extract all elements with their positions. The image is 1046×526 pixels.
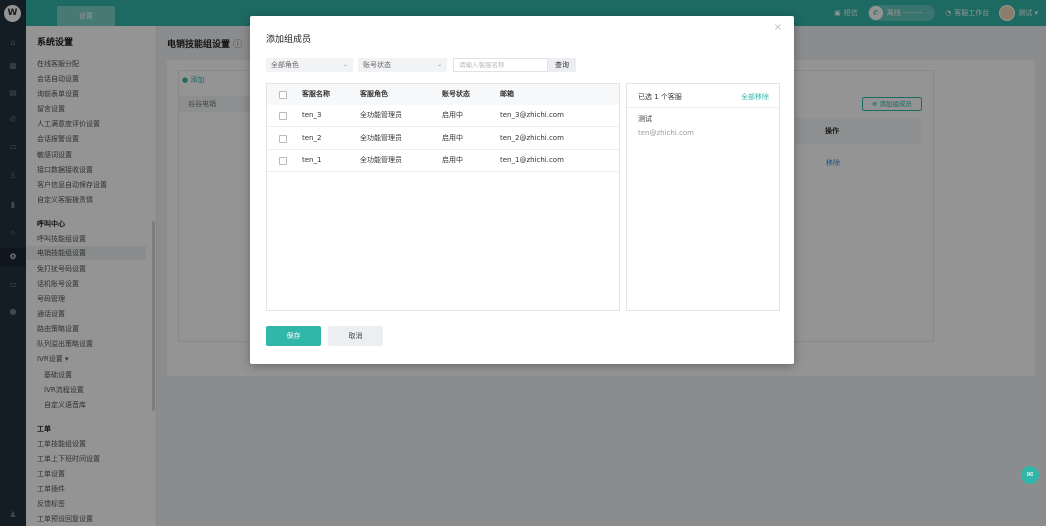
selected-count: 已选 1 个客服	[638, 93, 682, 101]
cell-status: 启用中	[442, 156, 463, 164]
chevron-down-icon: ⌄	[342, 61, 348, 68]
table-row[interactable]: ten_1 全功能管理员 启用中 ten_1@zhichi.com	[267, 150, 619, 172]
table-row[interactable]: ten_3 全功能管理员 启用中 ten_3@zhichi.com	[267, 105, 619, 127]
select-all-checkbox[interactable]	[279, 91, 287, 99]
col-header-name: 客服名称	[302, 90, 330, 98]
selected-agent-name: 测试	[638, 115, 652, 123]
cell-name: ten_3	[302, 111, 322, 119]
row-checkbox[interactable]	[279, 112, 287, 120]
cell-email: ten_2@zhichi.com	[500, 134, 564, 142]
agent-name-search-input[interactable]	[453, 58, 548, 72]
cell-status: 启用中	[442, 111, 463, 119]
query-button[interactable]: 查询	[548, 58, 576, 72]
row-checkbox[interactable]	[279, 157, 287, 165]
table-row[interactable]: ten_2 全功能管理员 启用中 ten_2@zhichi.com	[267, 128, 619, 150]
cell-email: ten_3@zhichi.com	[500, 111, 564, 119]
cell-email: ten_1@zhichi.com	[500, 156, 564, 164]
chevron-down-icon: ⌄	[436, 61, 442, 68]
chat-bubble-icon[interactable]: ✉	[1021, 466, 1039, 484]
selected-agent-email: ten@zhichi.com	[638, 129, 694, 137]
row-checkbox[interactable]	[279, 135, 287, 143]
col-header-status: 账号状态	[442, 90, 470, 98]
status-select-value: 账号状态	[363, 61, 391, 69]
selected-panel-header: 已选 1 个客服 全部移除	[627, 84, 779, 108]
add-member-dialog: 添加组成员 × 全部角色 ⌄ 账号状态 ⌄ 查询 客服名称 客服角色 账号状态 …	[250, 16, 794, 364]
agent-table: 客服名称 客服角色 账号状态 邮箱 ten_3 全功能管理员 启用中 ten_3…	[266, 83, 620, 311]
selected-agents-panel: 已选 1 个客服 全部移除 测试 ten@zhichi.com	[626, 83, 780, 311]
cell-role: 全功能管理员	[360, 111, 402, 119]
table-header: 客服名称 客服角色 账号状态 邮箱	[267, 84, 619, 105]
cancel-button[interactable]: 取消	[328, 326, 383, 346]
role-select-value: 全部角色	[271, 61, 299, 69]
cell-name: ten_2	[302, 134, 322, 142]
remove-all-link[interactable]: 全部移除	[741, 92, 769, 102]
save-button[interactable]: 保存	[266, 326, 321, 346]
close-icon[interactable]: ×	[774, 22, 782, 33]
cell-status: 启用中	[442, 134, 463, 142]
role-select[interactable]: 全部角色 ⌄	[266, 58, 353, 72]
cell-name: ten_1	[302, 156, 322, 164]
dialog-title: 添加组成员	[266, 35, 312, 45]
status-select[interactable]: 账号状态 ⌄	[358, 58, 447, 72]
cell-role: 全功能管理员	[360, 134, 402, 142]
col-header-role: 客服角色	[360, 90, 388, 98]
cell-role: 全功能管理员	[360, 156, 402, 164]
col-header-email: 邮箱	[500, 90, 514, 98]
